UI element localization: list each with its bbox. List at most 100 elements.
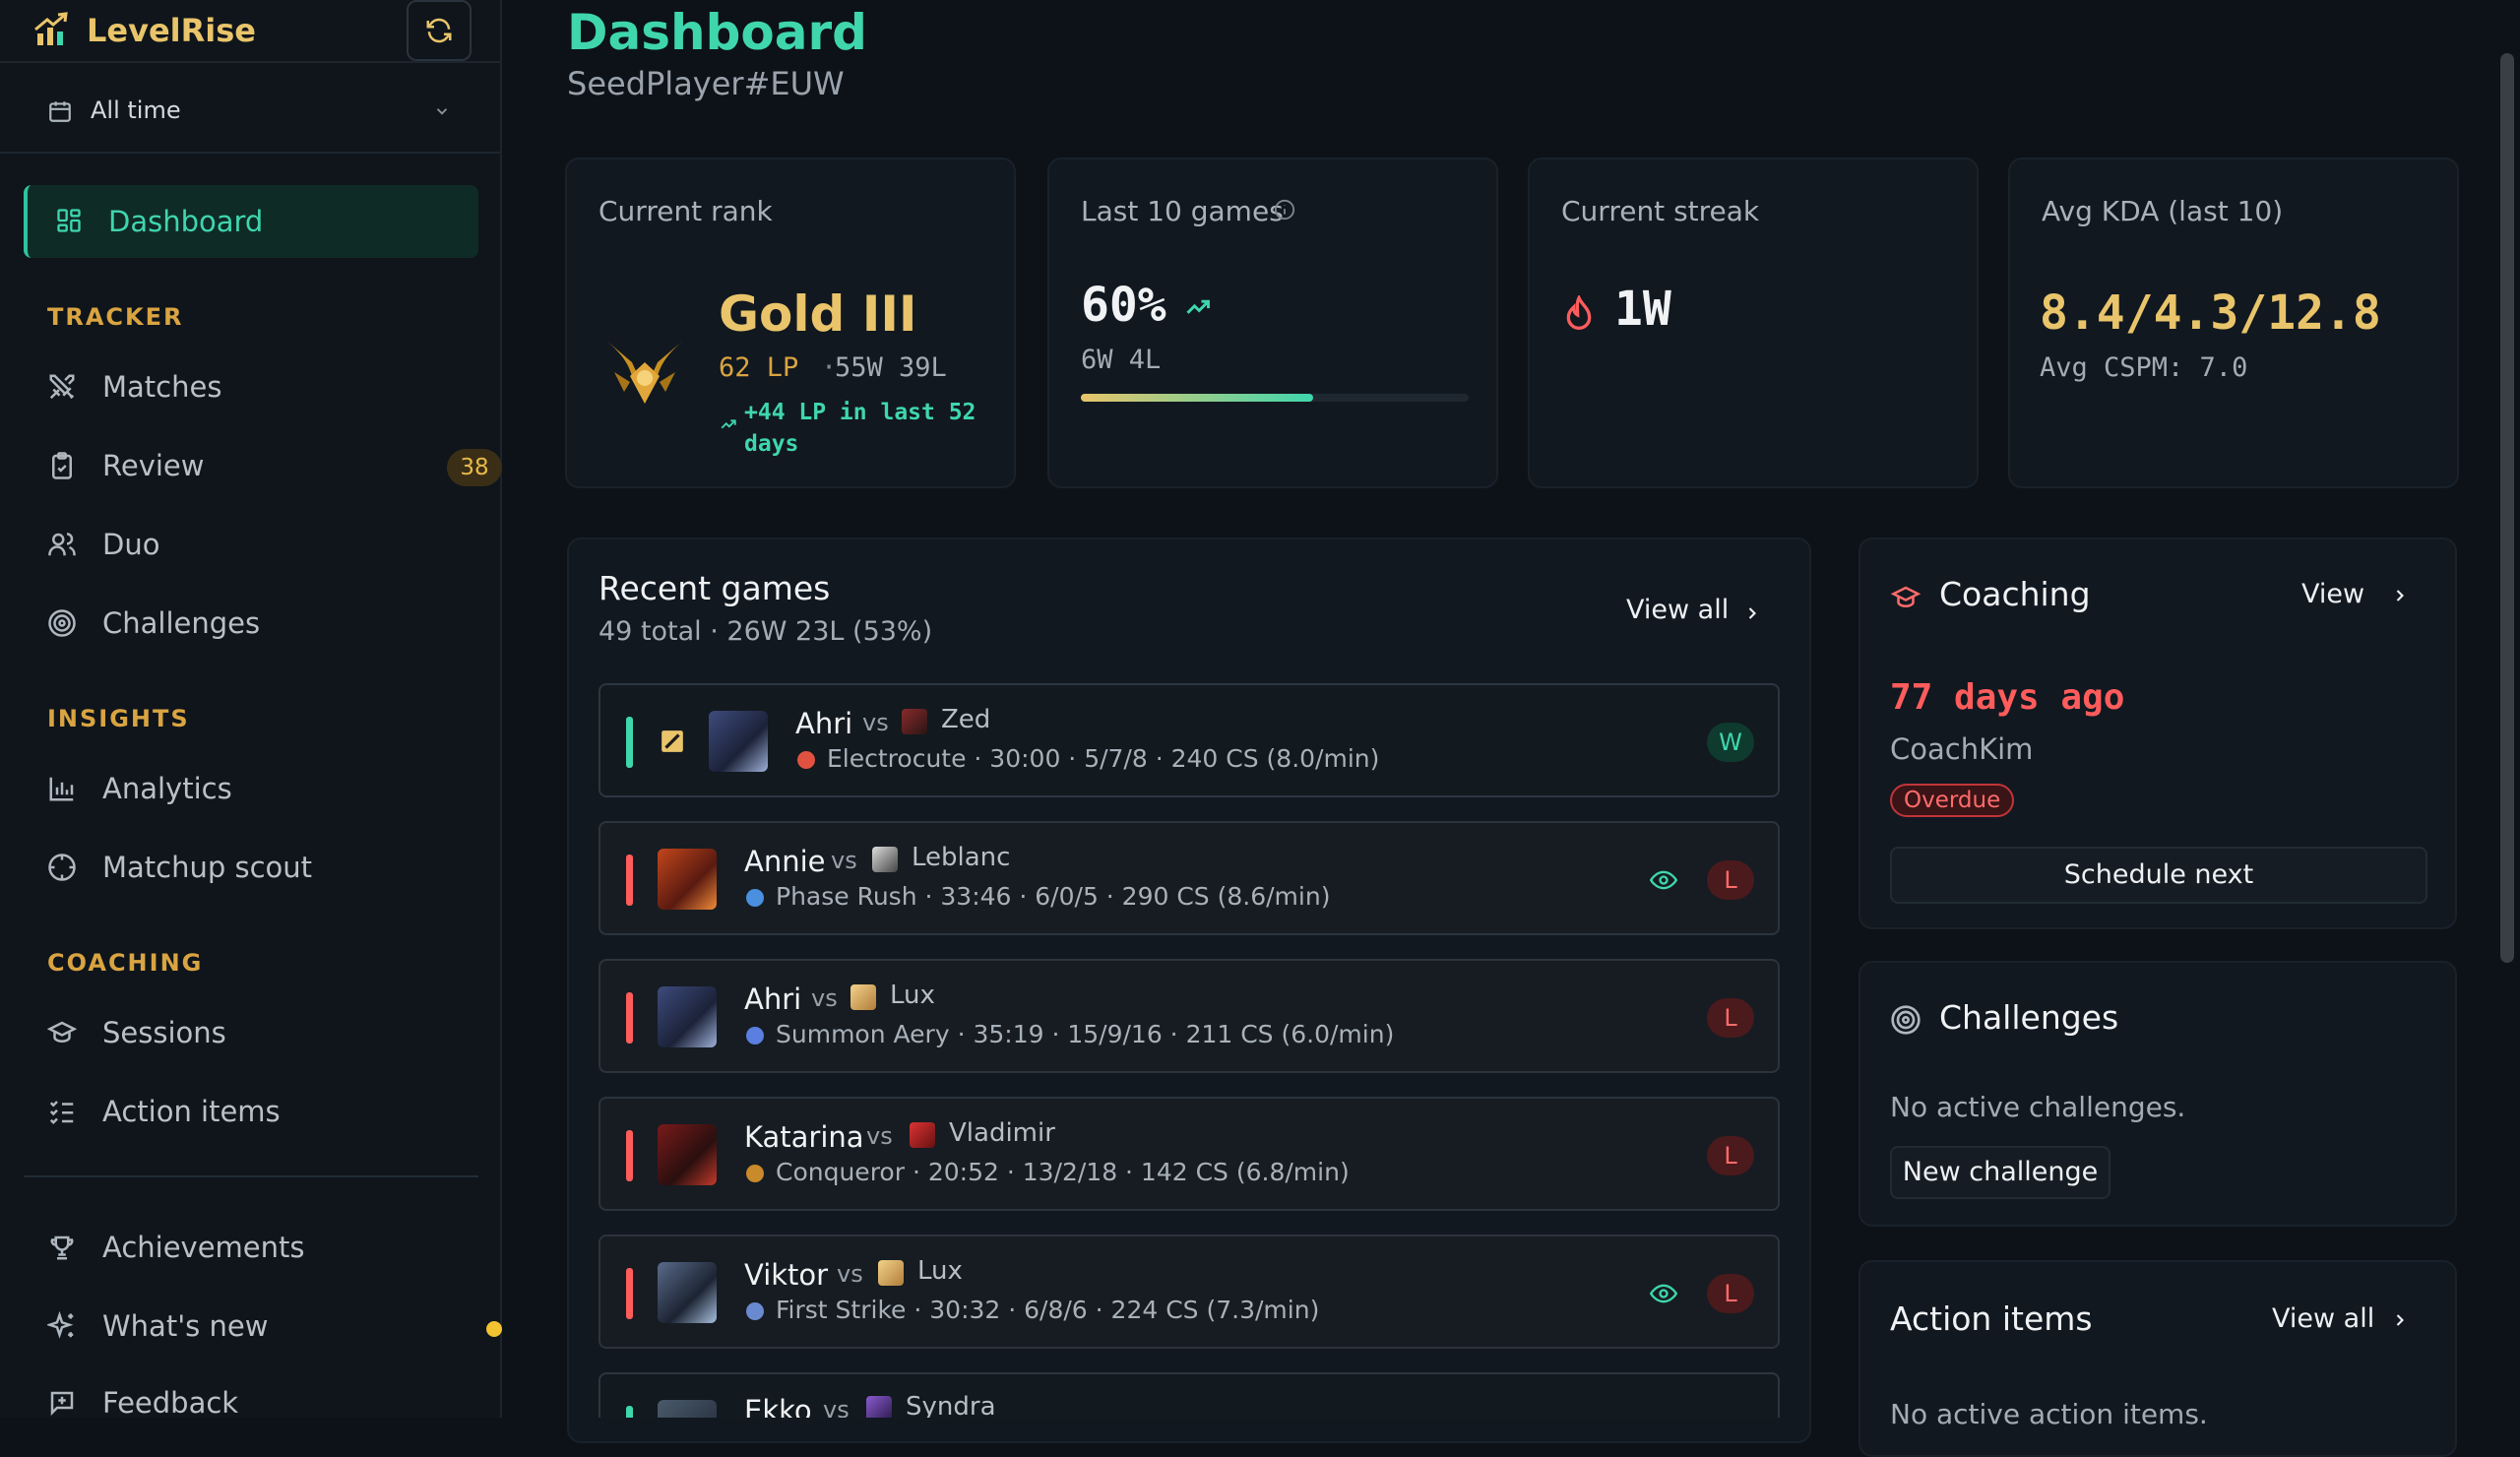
gold-rank-emblem-icon (606, 341, 683, 404)
sidebar-item-label: What's new (102, 1309, 269, 1343)
win-indicator-bar (626, 1406, 633, 1418)
section-coaching: COACHING (47, 949, 204, 977)
section-tracker: TRACKER (47, 303, 184, 331)
period-label: All time (91, 96, 181, 124)
result-badge: L (1707, 860, 1754, 900)
sidebar-item-review[interactable]: Review 38 (47, 439, 502, 494)
vs-label: vs (831, 847, 857, 874)
action-items-view-all-link[interactable]: View all (2272, 1303, 2429, 1343)
game-row[interactable]: Ahri vs Lux Summon Aery · 35:19 · 15/9/1… (598, 959, 1780, 1073)
recent-games-summary: 49 total · 26W 23L (53%) (598, 616, 933, 647)
sidebar: LevelRise All time Dashboard TRACKER Mat… (0, 0, 502, 1420)
note-edit-icon (662, 730, 683, 752)
sidebar-item-achievements[interactable]: Achievements (47, 1221, 480, 1276)
sidebar-item-whats-new[interactable]: What's new (47, 1299, 502, 1355)
vs-label: vs (862, 709, 889, 736)
chevron-right-icon (1748, 607, 1756, 619)
new-challenge-button[interactable]: New challenge (1890, 1146, 2110, 1199)
lp-trend-line1: +44 LP in last 52 (744, 400, 976, 425)
sidebar-item-challenges[interactable]: Challenges (47, 597, 480, 652)
champion-name: Ahri (744, 982, 802, 1016)
opponent-name: Leblanc (912, 843, 1011, 872)
last-session-ago: 77 days ago (1890, 677, 2125, 718)
sidebar-item-label: Analytics (102, 772, 232, 805)
vs-label: vs (866, 1122, 893, 1150)
loss-indicator-bar (626, 1268, 633, 1319)
no-action-items-text: No active action items. (1890, 1398, 2208, 1430)
game-row[interactable]: Annie vs Leblanc Phase Rush · 33:46 · 6/… (598, 821, 1780, 935)
eye-icon[interactable] (1650, 1283, 1677, 1304)
champion-portrait (658, 1262, 717, 1323)
card-label: Last 10 games (1081, 195, 1284, 227)
sidebar-item-analytics[interactable]: Analytics (47, 762, 480, 817)
opponent-portrait (872, 847, 898, 872)
champion-name: Ekko (744, 1394, 812, 1418)
action-items-card: Action items View all No active action i… (1858, 1260, 2457, 1457)
action-items-title: Action items (1890, 1299, 2093, 1338)
schedule-next-button[interactable]: Schedule next (1890, 847, 2427, 904)
app-name: LevelRise (87, 12, 256, 49)
sidebar-item-action-items[interactable]: Action items (47, 1085, 480, 1140)
winrate-bar-fill (1081, 394, 1314, 402)
opponent-portrait (866, 1396, 892, 1418)
sidebar-item-matches[interactable]: Matches (47, 360, 480, 415)
card-label: Avg KDA (last 10) (2042, 195, 2284, 227)
champion-name: Ahri (795, 707, 853, 740)
card-label: Current streak (1561, 195, 1760, 227)
loss-indicator-bar (626, 992, 633, 1044)
game-details: First Strike · 30:32 · 6/8/6 · 224 CS (7… (776, 1296, 1320, 1324)
rune-icon (746, 889, 764, 907)
game-details: Conqueror · 20:52 · 13/2/18 · 142 CS (6.… (776, 1158, 1350, 1186)
sidebar-item-label: Dashboard (108, 205, 264, 238)
levelrise-logo-icon (34, 12, 68, 45)
no-challenges-text: No active challenges. (1890, 1091, 2186, 1123)
bar-chart-icon (49, 777, 74, 801)
sidebar-item-label: Feedback (102, 1386, 239, 1420)
sidebar-item-label: Challenges (102, 606, 261, 640)
chevron-down-icon (436, 108, 448, 115)
sidebar-item-label: Sessions (102, 1016, 226, 1049)
challenges-card: Challenges No active challenges. New cha… (1858, 961, 2457, 1227)
page-title: Dashboard (567, 4, 867, 61)
result-badge: W (1707, 723, 1754, 762)
overdue-badge: Overdue (1890, 784, 2015, 817)
chevron-right-icon (2396, 590, 2404, 602)
brand: LevelRise (0, 0, 500, 63)
game-details: Phase Rush · 33:46 · 6/0/5 · 290 CS (8.6… (776, 882, 1331, 911)
champion-portrait (709, 711, 768, 772)
trending-up-icon (721, 419, 736, 429)
trending-up-icon (1186, 299, 1210, 314)
coaching-view-link[interactable]: View (2301, 579, 2420, 618)
flame-icon (1566, 295, 1592, 330)
message-plus-icon (50, 1391, 74, 1417)
eye-icon[interactable] (1650, 869, 1677, 891)
swords-icon (49, 374, 75, 400)
opponent-name: Syndra (906, 1392, 996, 1418)
game-row[interactable]: Ekko vs Syndra (598, 1372, 1780, 1418)
chevron-right-icon (2396, 1314, 2404, 1326)
coach-name: CoachKim (1890, 732, 2034, 766)
winrate-bar-track (1081, 394, 1469, 402)
game-row[interactable]: Katarina vs Vladimir Conqueror · 20:52 ·… (598, 1097, 1780, 1211)
sidebar-item-feedback[interactable]: Feedback (47, 1376, 480, 1431)
sidebar-item-matchup-scout[interactable]: Matchup scout (47, 841, 480, 896)
game-row[interactable]: Viktor vs Lux First Strike · 30:32 · 6/8… (598, 1235, 1780, 1349)
sidebar-item-dashboard[interactable]: Dashboard (24, 185, 478, 258)
game-details: Electrocute · 30:00 · 5/7/8 · 240 CS (8.… (827, 744, 1380, 773)
target-icon (1891, 1005, 1921, 1035)
sidebar-item-sessions[interactable]: Sessions (47, 1006, 480, 1061)
refresh-icon (426, 18, 452, 43)
current-rank-card: Current rank Gold III 62 LP · 55W 39L +4… (565, 158, 1016, 488)
period-select[interactable]: All time (0, 63, 500, 154)
game-row[interactable]: Ahri vs Zed Electrocute · 30:00 · 5/7/8 … (598, 683, 1780, 797)
last-10-games-card: Last 10 games 60% 6W 4L (1047, 158, 1498, 488)
sidebar-item-duo[interactable]: Duo (47, 518, 480, 573)
new-indicator-dot (486, 1321, 502, 1337)
recent-view-all-link[interactable]: View all (1626, 595, 1774, 634)
refresh-button[interactable] (407, 0, 472, 61)
vs-label: vs (811, 984, 838, 1012)
champion-portrait (658, 986, 717, 1047)
crosshair-icon (48, 854, 76, 881)
page-scrollbar[interactable] (2500, 53, 2514, 963)
info-icon (1274, 199, 1295, 221)
